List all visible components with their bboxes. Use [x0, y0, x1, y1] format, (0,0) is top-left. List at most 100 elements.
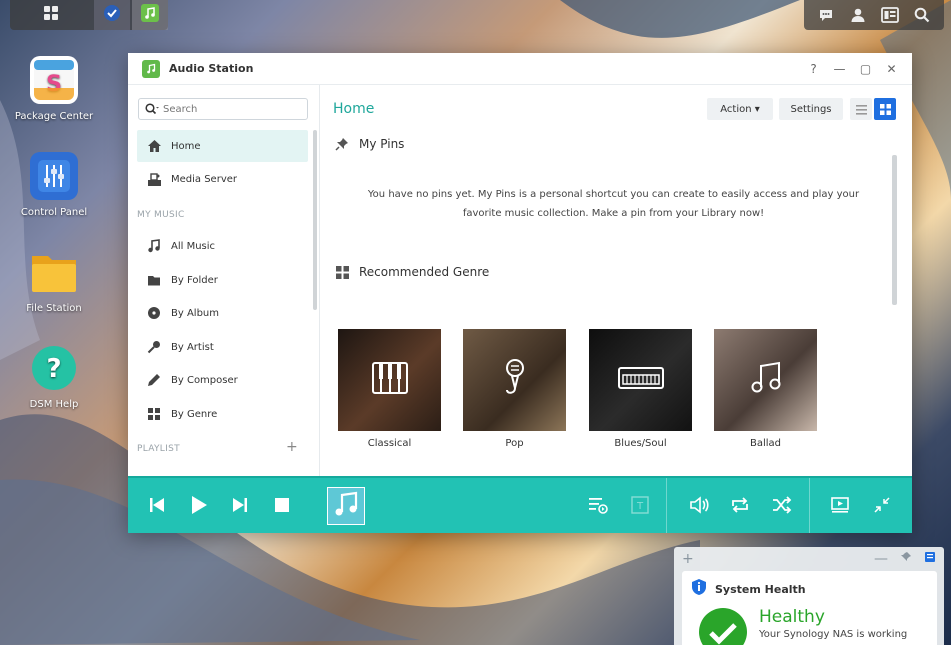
- microphone-icon: [500, 358, 530, 402]
- sidebar-item-label: By Album: [171, 307, 220, 319]
- help-button[interactable]: ?: [807, 62, 820, 76]
- play-button[interactable]: [188, 496, 210, 518]
- mini-player-button[interactable]: [871, 496, 893, 518]
- settings-button[interactable]: Settings: [779, 98, 843, 120]
- main-content: Home Action ▾ Settings My Pins You have …: [321, 85, 912, 476]
- genre-tile-blues-soul[interactable]: Blues/Soul: [589, 329, 692, 449]
- minimize-button[interactable]: —: [833, 62, 846, 76]
- search-field[interactable]: [138, 98, 308, 120]
- my-pins-title: My Pins: [359, 137, 405, 151]
- shuffle-button[interactable]: [771, 496, 793, 518]
- next-icon: [231, 496, 249, 518]
- add-playlist-button[interactable]: +: [286, 439, 298, 455]
- sidebar-item-label: By Folder: [171, 274, 218, 286]
- user-icon[interactable]: [847, 4, 869, 26]
- genre-label: Blues/Soul: [614, 438, 667, 449]
- music-note-icon: [749, 361, 783, 399]
- file-station-icon: [30, 248, 78, 296]
- main-scrollbar[interactable]: [892, 155, 897, 305]
- sidebar-item-all-music[interactable]: All Music: [137, 230, 308, 262]
- cast-icon: [830, 496, 850, 518]
- player-divider: [809, 478, 810, 533]
- music-note-icon: [332, 490, 360, 522]
- folder-icon: [146, 272, 162, 288]
- sidebar-item-by-composer[interactable]: By Composer: [137, 364, 308, 396]
- keyboard-icon: [617, 367, 664, 393]
- maximize-button[interactable]: ▢: [859, 62, 872, 76]
- genre-cover: [338, 329, 441, 431]
- taskbar-audio-station[interactable]: [132, 0, 168, 30]
- play-icon: [189, 495, 209, 519]
- desktop-icon-dsm-help[interactable]: ? DSM Help: [9, 344, 99, 411]
- genre-tile-ballad[interactable]: Ballad: [714, 329, 817, 449]
- add-widget-button[interactable]: +: [682, 551, 694, 567]
- package-center-label: Package Center: [14, 111, 94, 122]
- health-message: Your Synology NAS is working: [759, 629, 908, 640]
- desktop-icon-package-center[interactable]: S Package Center: [9, 56, 99, 123]
- genre-tile-classical[interactable]: Classical: [338, 329, 441, 449]
- recommended-genre-heading: Recommended Genre: [335, 265, 489, 279]
- sidebar-item-media-server[interactable]: Media Server: [137, 163, 308, 195]
- shuffle-icon: [772, 496, 792, 518]
- svg-text:?: ?: [46, 354, 61, 384]
- sidebar-item-label: Media Server: [171, 173, 238, 185]
- repeat-button[interactable]: [729, 496, 751, 518]
- now-playing-cover[interactable]: [327, 487, 365, 525]
- section-playlist: PLAYLIST: [137, 444, 180, 454]
- control-panel-label: Control Panel: [20, 207, 88, 218]
- window-titlebar[interactable]: Audio Station ? — ▢ ✕: [128, 53, 912, 85]
- desktop-icon-control-panel[interactable]: Control Panel: [9, 152, 99, 219]
- queue-icon: [588, 496, 608, 518]
- cast-button[interactable]: [829, 496, 851, 518]
- grid-view-icon: [879, 100, 891, 119]
- stop-icon: [274, 497, 290, 517]
- system-health-card[interactable]: System Health Healthy Your Synology NAS …: [682, 571, 937, 645]
- sidebar-item-by-folder[interactable]: By Folder: [137, 264, 308, 296]
- widgets-icon[interactable]: [879, 4, 901, 26]
- grid-icon: [335, 265, 349, 279]
- action-button[interactable]: Action ▾: [707, 98, 773, 120]
- dsm-help-icon: ?: [30, 344, 78, 392]
- main-menu-button[interactable]: [10, 0, 92, 30]
- audio-station-icon: [142, 59, 160, 78]
- pins-message-line1: You have no pins yet. My Pins is a perso…: [367, 189, 860, 200]
- chat-icon[interactable]: [815, 4, 837, 26]
- sidebar-item-label: By Artist: [171, 341, 214, 353]
- next-button[interactable]: [229, 496, 251, 518]
- control-panel-icon: [30, 152, 78, 200]
- health-status: Healthy: [759, 607, 825, 627]
- system-health-widget: + — System Health Healthy Your Synology …: [674, 547, 944, 645]
- close-button[interactable]: ✕: [885, 62, 898, 76]
- microphone-icon: [146, 339, 162, 355]
- pin-icon: [335, 137, 349, 151]
- stop-button[interactable]: [271, 496, 293, 518]
- package-center-icon: S: [30, 56, 78, 104]
- sidebar-item-by-album[interactable]: By Album: [137, 297, 308, 329]
- pins-empty-message: You have no pins yet. My Pins is a perso…: [341, 185, 886, 223]
- sidebar-item-by-artist[interactable]: By Artist: [137, 331, 308, 363]
- sidebar-scrollbar[interactable]: [313, 130, 317, 310]
- window-title: Audio Station: [169, 62, 254, 75]
- genre-cover: [463, 329, 566, 431]
- sidebar-item-by-genre[interactable]: By Genre: [137, 398, 308, 430]
- media-server-icon: [146, 171, 162, 187]
- desktop-icon-file-station[interactable]: File Station: [9, 248, 99, 315]
- list-view-button[interactable]: [850, 98, 872, 120]
- grid-view-button[interactable]: [874, 98, 896, 120]
- svg-text:T: T: [636, 501, 644, 512]
- genre-tile-pop[interactable]: Pop: [463, 329, 566, 449]
- widget-title: System Health: [715, 582, 806, 596]
- sidebar-item-home[interactable]: Home: [137, 130, 308, 162]
- pin-widget-icon[interactable]: [900, 551, 912, 567]
- lyrics-button[interactable]: T: [629, 496, 651, 518]
- search-icon[interactable]: [911, 4, 933, 26]
- widget-settings-icon[interactable]: [924, 551, 936, 567]
- taskbar-sync-app[interactable]: [94, 0, 130, 30]
- main-menu-icon: [43, 5, 59, 25]
- search-input[interactable]: [163, 103, 293, 115]
- volume-button[interactable]: [688, 496, 710, 518]
- minimize-widget-icon[interactable]: —: [874, 551, 888, 567]
- queue-button[interactable]: [587, 496, 609, 518]
- previous-button[interactable]: [146, 496, 168, 518]
- grid-icon: [146, 406, 162, 422]
